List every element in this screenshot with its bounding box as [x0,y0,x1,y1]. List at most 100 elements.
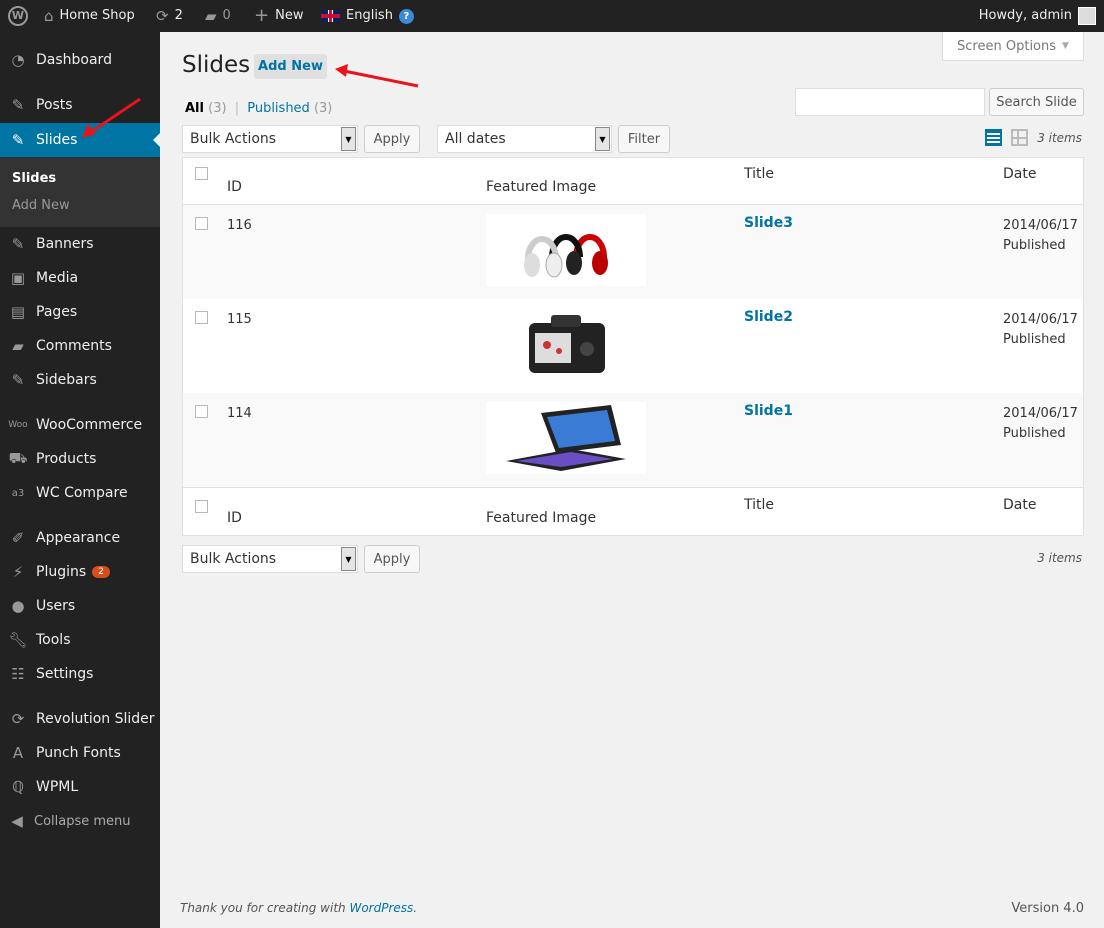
collapse-menu-button[interactable]: ◀ Collapse menu [0,804,160,838]
filter-all[interactable]: All [185,101,204,116]
status-value: Published [1003,332,1066,347]
woocommerce-icon: Woo [8,420,28,430]
menu-tools[interactable]: 🔧︎ Tools [0,623,160,657]
my-account-link[interactable]: Howdy, admin [979,0,1096,32]
column-date[interactable]: Date [1003,166,1036,182]
search-input[interactable] [795,88,985,116]
menu-products[interactable]: ⛟ Products [0,442,160,476]
menu-dashboard[interactable]: ◔ Dashboard [0,43,160,77]
avatar [1078,7,1096,25]
menu-label: Sidebars [36,372,97,388]
screen-options-label: Screen Options [957,38,1057,54]
dates-label: All dates [445,131,506,147]
search-slide-button[interactable]: Search Slide [989,88,1084,116]
column-title[interactable]: Title [744,497,774,513]
apply-button-top[interactable]: Apply [364,125,420,153]
annotation-arrow-slides [82,97,141,138]
row-title-link[interactable]: Slide1 [744,403,793,419]
menu-sidebars[interactable]: ✎ Sidebars [0,363,160,397]
language-switcher[interactable]: English? [321,0,414,32]
excerpt-view-icon[interactable] [1011,129,1028,146]
menu-revolution-slider[interactable]: ⟳ Revolution Slider [0,702,160,736]
menu-wpml[interactable]: ℚ WPML [0,770,160,804]
brush-icon: ✐ [11,529,25,547]
new-content-link[interactable]: + New [254,0,303,32]
apply-button-bottom[interactable]: Apply [364,545,420,573]
bulk-actions-select-top[interactable]: Bulk Actions ▼ [182,125,358,153]
camera-image [529,315,605,373]
filter-button[interactable]: Filter [618,125,670,153]
table-row: 115 Slide2 2014/06/17 Published [183,299,1083,393]
pin-icon: ✎ [11,131,25,149]
menu-label: Revolution Slider [36,711,155,727]
column-title[interactable]: Title [744,166,774,182]
featured-image-headphones[interactable] [486,214,646,286]
add-new-button[interactable]: Add New [254,54,327,79]
wordpress-logo-icon[interactable]: W [8,0,28,32]
dashboard-icon: ◔ [11,51,25,69]
pages-icon: ▤ [10,303,26,321]
column-date[interactable]: Date [1003,497,1036,513]
comments-count: 0 [222,8,231,23]
row-checkbox[interactable] [195,405,208,418]
uk-flag-icon [321,10,340,22]
menu-plugins[interactable]: ⚡ Plugins 2 [0,555,160,589]
row-title-link[interactable]: Slide3 [744,215,793,231]
admin-bar: W ⌂ Home Shop ⟳ 2 ▰ 0 + New English? Howdy, … [0,0,1104,32]
menu-label: WPML [36,779,79,795]
status-filters: All (3) | Published (3) [185,101,332,116]
collapse-icon: ◀ [11,812,23,830]
row-checkbox[interactable] [195,217,208,230]
new-label: New [275,8,304,23]
menu-punch-fonts[interactable]: A Punch Fonts [0,736,160,770]
wordpress-link[interactable]: WordPress [349,901,413,915]
filter-published[interactable]: Published [247,101,310,116]
menu-users[interactable]: ● Users [0,589,160,623]
menu-label: Punch Fonts [36,745,121,761]
select-all-checkbox-bottom[interactable] [195,500,208,513]
status-value: Published [1003,238,1066,253]
updates-count: 2 [174,8,183,23]
row-id: 115 [227,312,252,327]
menu-label: WooCommerce [36,417,143,433]
comments-link[interactable]: ▰ 0 [205,0,231,32]
menu-pages[interactable]: ▤ Pages [0,295,160,329]
help-icon: ? [398,8,414,24]
site-name-link[interactable]: ⌂ Home Shop [44,0,135,32]
dropdown-arrow-icon: ▼ [595,127,610,151]
menu-media[interactable]: ▣ Media [0,261,160,295]
bulk-actions-select-bottom[interactable]: Bulk Actions ▼ [182,545,358,573]
pin-icon: ✎ [11,96,25,114]
screen-options-button[interactable]: Screen Options ▼ [942,32,1084,61]
column-id[interactable]: ID [227,510,242,526]
submenu-slides[interactable]: Slides [12,171,56,186]
list-view-icon[interactable] [985,129,1002,146]
annotation-arrow-add-new [335,64,419,88]
featured-image-tablet[interactable] [486,402,646,474]
compare-icon: a3 [11,487,25,499]
page-title: Slides [182,52,251,78]
plug-icon: ⚡ [12,563,24,581]
menu-comments[interactable]: ▰ Comments [0,329,160,363]
dropdown-arrow-icon: ▼ [341,547,356,571]
updates-link[interactable]: ⟳ 2 [156,0,183,32]
dates-select[interactable]: All dates ▼ [437,125,612,153]
font-icon: A [12,744,24,762]
menu-wc-compare[interactable]: a3 WC Compare [0,476,160,510]
published-count: (3) [313,101,333,116]
select-all-checkbox[interactable] [195,167,208,180]
menu-woocommerce[interactable]: Woo WooCommerce [0,408,160,442]
menu-appearance[interactable]: ✐ Appearance [0,521,160,555]
pin-icon: ✎ [11,235,25,253]
row-title-link[interactable]: Slide2 [744,309,793,325]
featured-image-camera[interactable] [486,308,646,380]
menu-banners[interactable]: ✎ Banners [0,227,160,261]
row-checkbox[interactable] [195,311,208,324]
menu-settings[interactable]: ☷ Settings [0,657,160,691]
cart-icon: ⛟ [8,449,28,467]
submenu-add-new[interactable]: Add New [12,198,70,213]
dot: . [413,901,418,915]
comment-icon: ▰ [205,7,217,25]
column-id[interactable]: ID [227,179,242,195]
menu-label: Tools [36,632,71,648]
